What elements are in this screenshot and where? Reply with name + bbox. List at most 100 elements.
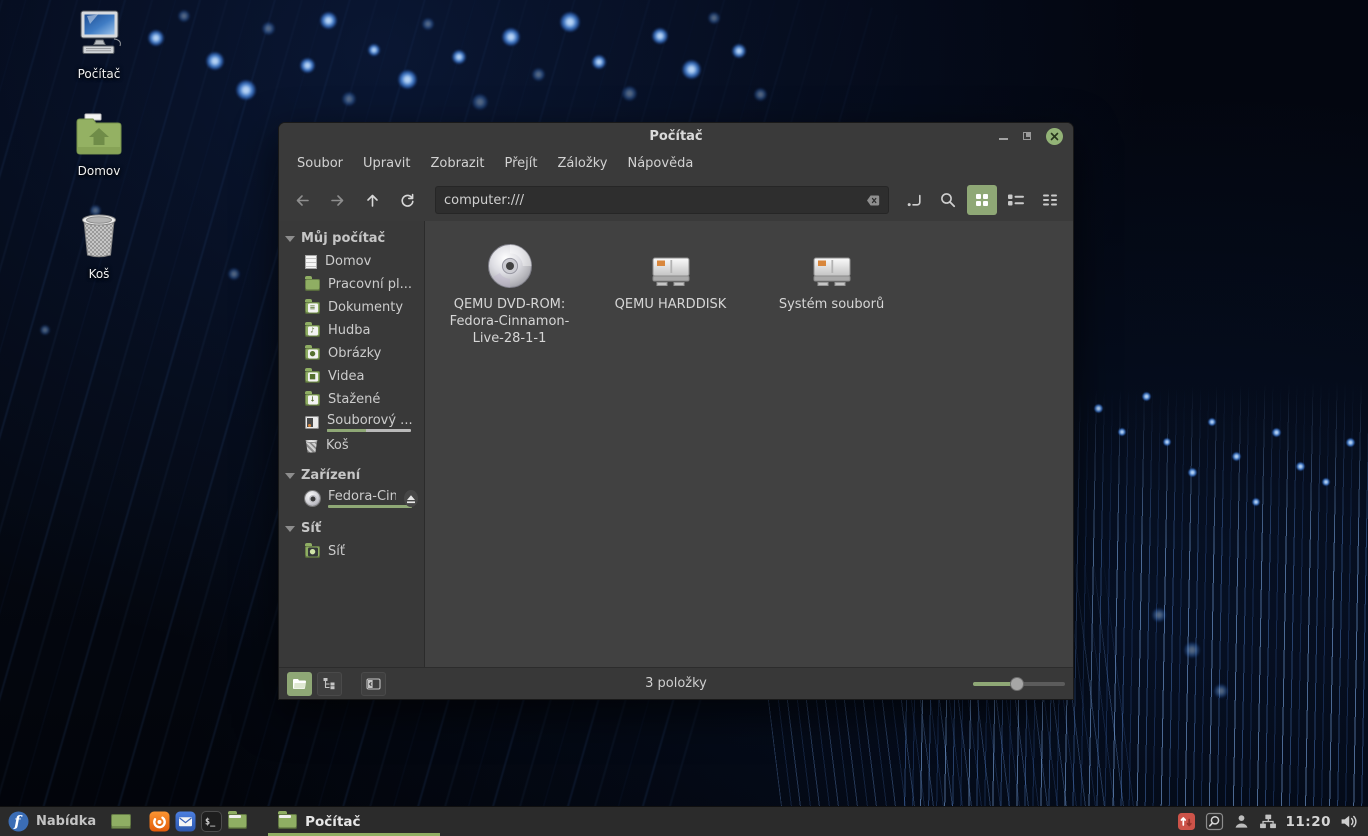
file-label: Systém souborů: [779, 296, 884, 313]
clock[interactable]: 11:20: [1286, 814, 1331, 830]
sidebar-item-videa[interactable]: ■ Videa: [279, 365, 424, 388]
system-tray: 11:20: [1177, 807, 1368, 836]
bokeh-dot: [206, 52, 224, 70]
sidebar-item-stazene[interactable]: ↓ Stažené: [279, 388, 424, 411]
sidebar-item-obrazky[interactable]: ● Obrázky: [279, 342, 424, 365]
bokeh-dot: [236, 80, 256, 100]
maximize-button[interactable]: [1023, 132, 1031, 140]
sidebar-item-pracovni-plocha[interactable]: Pracovní pl...: [279, 273, 424, 296]
bokeh-dot: [592, 55, 606, 69]
file-item-harddisk[interactable]: QEMU HARDDISK: [590, 235, 751, 313]
file-view[interactable]: QEMU DVD-ROM: Fedora-Cinnamon-Live-28-1-…: [425, 221, 1073, 667]
show-desktop-button[interactable]: [108, 807, 134, 836]
desktop-icon-home[interactable]: Domov: [44, 112, 154, 178]
bokeh-dot: [1214, 684, 1228, 698]
location-bar[interactable]: computer:///: [435, 186, 889, 214]
zoom-slider-handle[interactable]: [1010, 677, 1024, 691]
toggle-location-entry-button[interactable]: [899, 185, 929, 215]
sidebar-section-my-computer[interactable]: Můj počítač: [279, 226, 424, 250]
bokeh-dot: [1118, 428, 1126, 436]
folder-downloads-icon: ↓: [305, 394, 320, 406]
bokeh-dot: [1152, 608, 1166, 622]
folder-pictures-icon: ●: [305, 348, 320, 360]
bokeh-dot: [652, 28, 668, 44]
grid-view-icon: [975, 193, 989, 207]
menu-upravit[interactable]: Upravit: [353, 149, 420, 179]
list-view-icon: [1007, 193, 1025, 207]
menu-button[interactable]: f Nabídka: [0, 807, 108, 836]
up-button[interactable]: [357, 185, 388, 215]
menubar: Soubor Upravit Zobrazit Přejít Záložky N…: [279, 149, 1073, 179]
file-item-filesystem[interactable]: Systém souborů: [751, 235, 912, 313]
refresh-button[interactable]: [392, 185, 423, 215]
sidebar-item-domov[interactable]: Domov: [279, 250, 424, 273]
bokeh-dot: [300, 58, 315, 73]
desktop-icon-trash[interactable]: Koš: [44, 210, 154, 281]
menu-button-label: Nabídka: [36, 814, 96, 829]
sidebar-section-network[interactable]: Síť: [279, 516, 424, 540]
sidebar-section-devices[interactable]: Zařízení: [279, 463, 424, 487]
icon-view-button[interactable]: [967, 185, 997, 215]
search-button[interactable]: [933, 185, 963, 215]
close-button[interactable]: [1046, 128, 1063, 145]
user-applet-icon[interactable]: [1233, 813, 1250, 830]
window-list-button[interactable]: Počítač: [268, 807, 440, 836]
compact-view-button[interactable]: [1035, 185, 1065, 215]
folder-icon: [228, 814, 247, 829]
sidebar-item-fedora-cinnamon[interactable]: Fedora-Cin...: [279, 487, 424, 510]
sidebar-item-dokumenty[interactable]: ≡ Dokumenty: [279, 296, 424, 319]
harddisk-icon: [648, 249, 694, 289]
eject-icon: [406, 494, 416, 504]
volume-applet-icon[interactable]: [1340, 813, 1358, 830]
list-view-button[interactable]: [1001, 185, 1031, 215]
hide-sidebar-button[interactable]: [361, 672, 386, 696]
disk-usage-bar: [327, 429, 411, 432]
treeview-toggle-button[interactable]: [317, 672, 342, 696]
bokeh-dot: [1322, 478, 1330, 486]
menu-prejit[interactable]: Přejít: [494, 149, 547, 179]
mail-launcher[interactable]: [172, 807, 198, 836]
clear-location-icon[interactable]: [862, 194, 880, 207]
sidebar-item-souborovy-system[interactable]: Souborový ...: [279, 411, 424, 434]
firefox-launcher[interactable]: [146, 807, 172, 836]
bokeh-dot: [682, 60, 701, 79]
menu-zobrazit[interactable]: Zobrazit: [420, 149, 494, 179]
files-launcher[interactable]: [224, 807, 250, 836]
menu-napoveda[interactable]: Nápověda: [617, 149, 703, 179]
back-button[interactable]: [287, 185, 318, 215]
places-toggle-button[interactable]: [287, 672, 312, 696]
eject-button[interactable]: [404, 490, 418, 507]
refresh-icon: [399, 192, 416, 209]
collapse-triangle-icon: [285, 236, 295, 242]
folder-documents-icon: ≡: [305, 302, 320, 314]
bokeh-dot: [178, 10, 190, 22]
menu-zalozky[interactable]: Záložky: [547, 149, 617, 179]
file-item-dvd[interactable]: QEMU DVD-ROM: Fedora-Cinnamon-Live-28-1-…: [429, 235, 590, 347]
desktop-icon-computer[interactable]: Počítač: [44, 8, 154, 81]
titlebar[interactable]: Počítač: [279, 123, 1073, 149]
terminal-launcher[interactable]: $_: [198, 807, 224, 836]
minimize-button[interactable]: [999, 138, 1008, 140]
sidebar-item-kos[interactable]: Koš: [279, 434, 424, 457]
firefox-icon: [149, 811, 170, 832]
folder-videos-icon: ■: [305, 371, 320, 383]
show-desktop-icon: [111, 814, 131, 829]
bokeh-dot: [754, 88, 767, 101]
bokeh-dot: [1272, 428, 1281, 437]
desktop-icon-label: Koš: [44, 267, 154, 281]
terminal-icon: $_: [201, 811, 222, 832]
network-applet-icon[interactable]: [1259, 813, 1277, 830]
menu-soubor[interactable]: Soubor: [287, 149, 353, 179]
forward-button[interactable]: [322, 185, 353, 215]
trash-icon: [75, 210, 123, 260]
bokeh-dot: [398, 70, 417, 89]
sidebar-item-hudba[interactable]: ♪ Hudba: [279, 319, 424, 342]
location-path[interactable]: computer:///: [444, 193, 862, 208]
optical-disc-icon: [487, 243, 533, 289]
update-manager-tray-icon[interactable]: [1177, 812, 1196, 831]
folder-music-icon: ♪: [305, 325, 320, 337]
zoom-slider[interactable]: [973, 677, 1065, 691]
removable-media-tray-icon[interactable]: [1205, 812, 1224, 831]
bokeh-dot: [1232, 452, 1241, 461]
sidebar-item-sit[interactable]: ● Síť: [279, 540, 424, 563]
